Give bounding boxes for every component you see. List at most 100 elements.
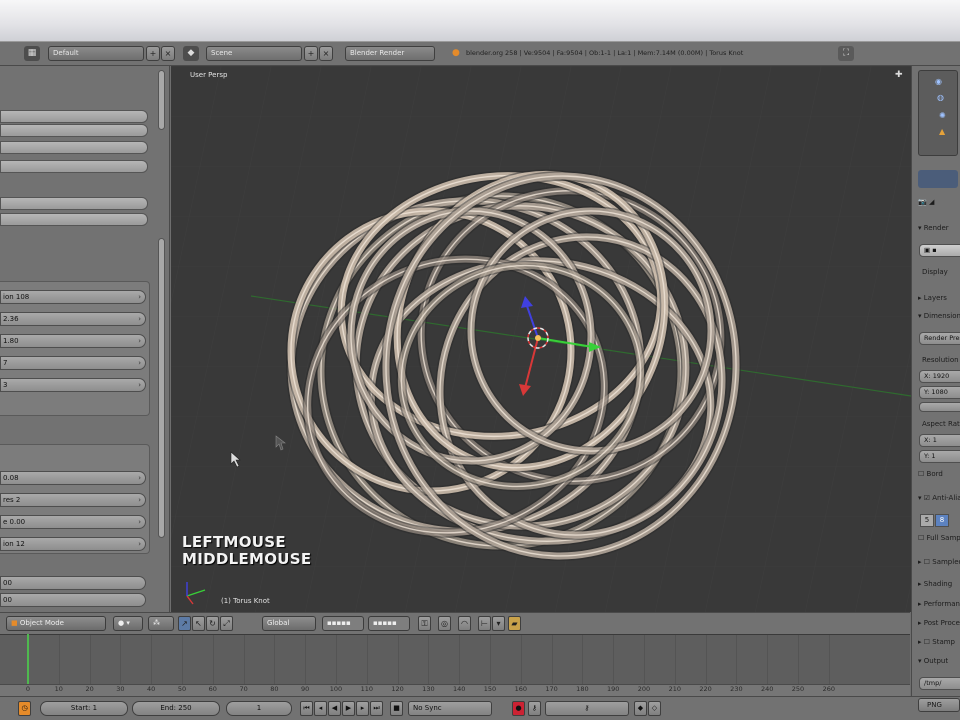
output-section[interactable]: ▾ Output (918, 657, 960, 665)
render-engine-select[interactable]: Blender Render (345, 46, 435, 61)
render-preview-icon[interactable]: ▰ (508, 616, 521, 631)
snap-icon[interactable]: ⊢ (478, 616, 491, 631)
keying-set-select[interactable]: ⚷ (545, 701, 629, 716)
remove-layout-button[interactable]: × (161, 46, 175, 61)
current-frame-field[interactable]: 1 (226, 701, 292, 716)
add-layout-button[interactable]: + (146, 46, 160, 61)
next-keyframe-button[interactable]: ▸ (356, 701, 369, 716)
operator-panel: ion 108 › 2.36 › 1.80 › 7 › 3 › (0, 281, 150, 416)
timeline-tick: 110 (360, 685, 374, 693)
render-button[interactable]: ▣ ▪ (919, 244, 960, 257)
layer-buttons[interactable]: ▪▪▪▪▪ (322, 616, 364, 631)
param-field[interactable]: 1.80 › (0, 334, 146, 348)
add-scene-button[interactable]: + (304, 46, 318, 61)
mode-select[interactable]: ■ Object Mode (6, 616, 106, 631)
layer-buttons[interactable]: ▪▪▪▪▪ (368, 616, 410, 631)
aa-8-button[interactable]: 8 (935, 514, 949, 527)
object-mode-icon: ■ (11, 619, 18, 627)
snap-target-icon[interactable]: ▾ (492, 616, 505, 631)
timeline-editor-icon[interactable]: ◷ (18, 701, 31, 716)
timeline-tick: 80 (270, 685, 279, 693)
param-field[interactable]: 7 › (0, 356, 146, 370)
output-path-field[interactable]: /tmp/ (919, 677, 960, 690)
falloff-icon[interactable]: ◠ (458, 616, 471, 631)
render-icon[interactable]: 📷 ◢ (918, 198, 960, 206)
3d-viewport[interactable] (171, 66, 911, 612)
play-reverse-button[interactable]: ◀ (328, 701, 341, 716)
rotate-icon[interactable]: ↻ (206, 616, 219, 631)
jump-start-button[interactable]: ⏮ (300, 701, 313, 716)
tool-button[interactable] (0, 213, 148, 226)
tool-button[interactable] (0, 197, 148, 210)
dimensions-section[interactable]: ▾ Dimensions (918, 312, 960, 320)
param-field[interactable]: ion 12 › (0, 537, 146, 551)
manipulator-toggle-icon[interactable]: ↗ (178, 616, 191, 631)
shading-select[interactable]: ● ▾ (113, 616, 143, 631)
resolution-x-field[interactable]: X: 1920 (919, 370, 960, 383)
timeline-ruler[interactable]: 0 10 20 30 40 50 60 70 80 90 100 110 120 130 140 150 160… (0, 684, 910, 696)
jump-end-button[interactable]: ⏭ (370, 701, 383, 716)
insert-keyframe-button[interactable]: ◆ (634, 701, 647, 716)
aa-5-button[interactable]: 5 (920, 514, 934, 527)
post-processing-section[interactable]: ▸ Post Processing (918, 619, 960, 627)
stop-button[interactable]: ■ (390, 701, 403, 716)
viewport-header: ■ Object Mode ● ▾ ⁂ ↗ ↖ ↻ ⤢ Global ▪▪▪▪▪… (0, 612, 910, 634)
layers-section[interactable]: ▸ Layers (918, 294, 960, 302)
resolution-y-field[interactable]: Y: 1080 (919, 386, 960, 399)
param-field[interactable]: 3 › (0, 378, 146, 392)
antialias-section[interactable]: ▾ ☑ Anti-Aliasing (918, 494, 960, 502)
record-button[interactable]: ● (512, 701, 525, 716)
param-field[interactable]: e 0.00 › (0, 515, 146, 529)
timeline-tick: 100 (329, 685, 343, 693)
param-field[interactable]: 00 (0, 593, 146, 607)
full-sample-checkbox[interactable]: ☐ Full Sample (918, 534, 960, 542)
render-section[interactable]: ▾ Render (918, 224, 960, 232)
start-frame-field[interactable]: Start: 1 (40, 701, 128, 716)
properties-context-tabs[interactable] (918, 170, 958, 188)
stamp-section[interactable]: ▸ ☐ Stamp (918, 638, 960, 646)
param-field[interactable]: 00 (0, 576, 146, 590)
border-checkbox[interactable]: ☐ Bord (918, 470, 960, 478)
performance-section[interactable]: ▸ Performance (918, 600, 960, 608)
param-field[interactable]: ion 108 › (0, 290, 146, 304)
fullscreen-icon[interactable]: ⛶ (838, 46, 854, 61)
scene-icon[interactable]: ◆ (183, 46, 199, 61)
layer-lock-icon[interactable]: ⚿ (418, 616, 431, 631)
resolution-percent-field[interactable] (919, 402, 960, 412)
param-field[interactable]: res 2 › (0, 493, 146, 507)
remove-scene-button[interactable]: × (319, 46, 333, 61)
render-presets-select[interactable]: Render Presets (919, 332, 960, 345)
screen-layout-select[interactable]: Default (48, 46, 144, 61)
aspect-x-field[interactable]: X: 1 (919, 434, 960, 447)
scrollbar[interactable] (158, 70, 165, 130)
proportional-edit-icon[interactable]: ◎ (438, 616, 451, 631)
delete-keyframe-button[interactable]: ◇ (648, 701, 661, 716)
sync-select[interactable]: No Sync (408, 701, 492, 716)
tool-button[interactable] (0, 124, 148, 137)
scale-icon[interactable]: ⤢ (220, 616, 233, 631)
layout-icon[interactable]: ▦ (24, 46, 40, 61)
scene-select[interactable]: Scene (206, 46, 302, 61)
end-frame-field[interactable]: End: 250 (132, 701, 220, 716)
motion-blur-section[interactable]: ▸ ☐ Sampled Motion Blur (918, 558, 960, 566)
blender-logo-icon: ● (452, 48, 460, 58)
play-button[interactable]: ▶ (342, 701, 355, 716)
tool-button[interactable] (0, 141, 148, 154)
scrollbar[interactable] (158, 238, 165, 538)
timeline-tick: 60 (208, 685, 217, 693)
shading-section[interactable]: ▸ Shading (918, 580, 960, 588)
timeline-tick: 20 (85, 685, 94, 693)
viewport-split-icon[interactable]: ✚ (895, 70, 903, 80)
aspect-y-field[interactable]: Y: 1 (919, 450, 960, 463)
param-field[interactable]: 0.08 › (0, 471, 146, 485)
file-format-select[interactable]: PNG (918, 698, 960, 712)
param-field[interactable]: 2.36 › (0, 312, 146, 326)
outliner[interactable]: ◉ ◍ ✺ ▲ (918, 70, 958, 156)
keying-icon[interactable]: ⚷ (528, 701, 541, 716)
tool-button[interactable] (0, 160, 148, 173)
translate-icon[interactable]: ↖ (192, 616, 205, 631)
pivot-select[interactable]: ⁂ (148, 616, 174, 631)
tool-button[interactable] (0, 110, 148, 123)
orientation-select[interactable]: Global (262, 616, 316, 631)
prev-keyframe-button[interactable]: ◂ (314, 701, 327, 716)
